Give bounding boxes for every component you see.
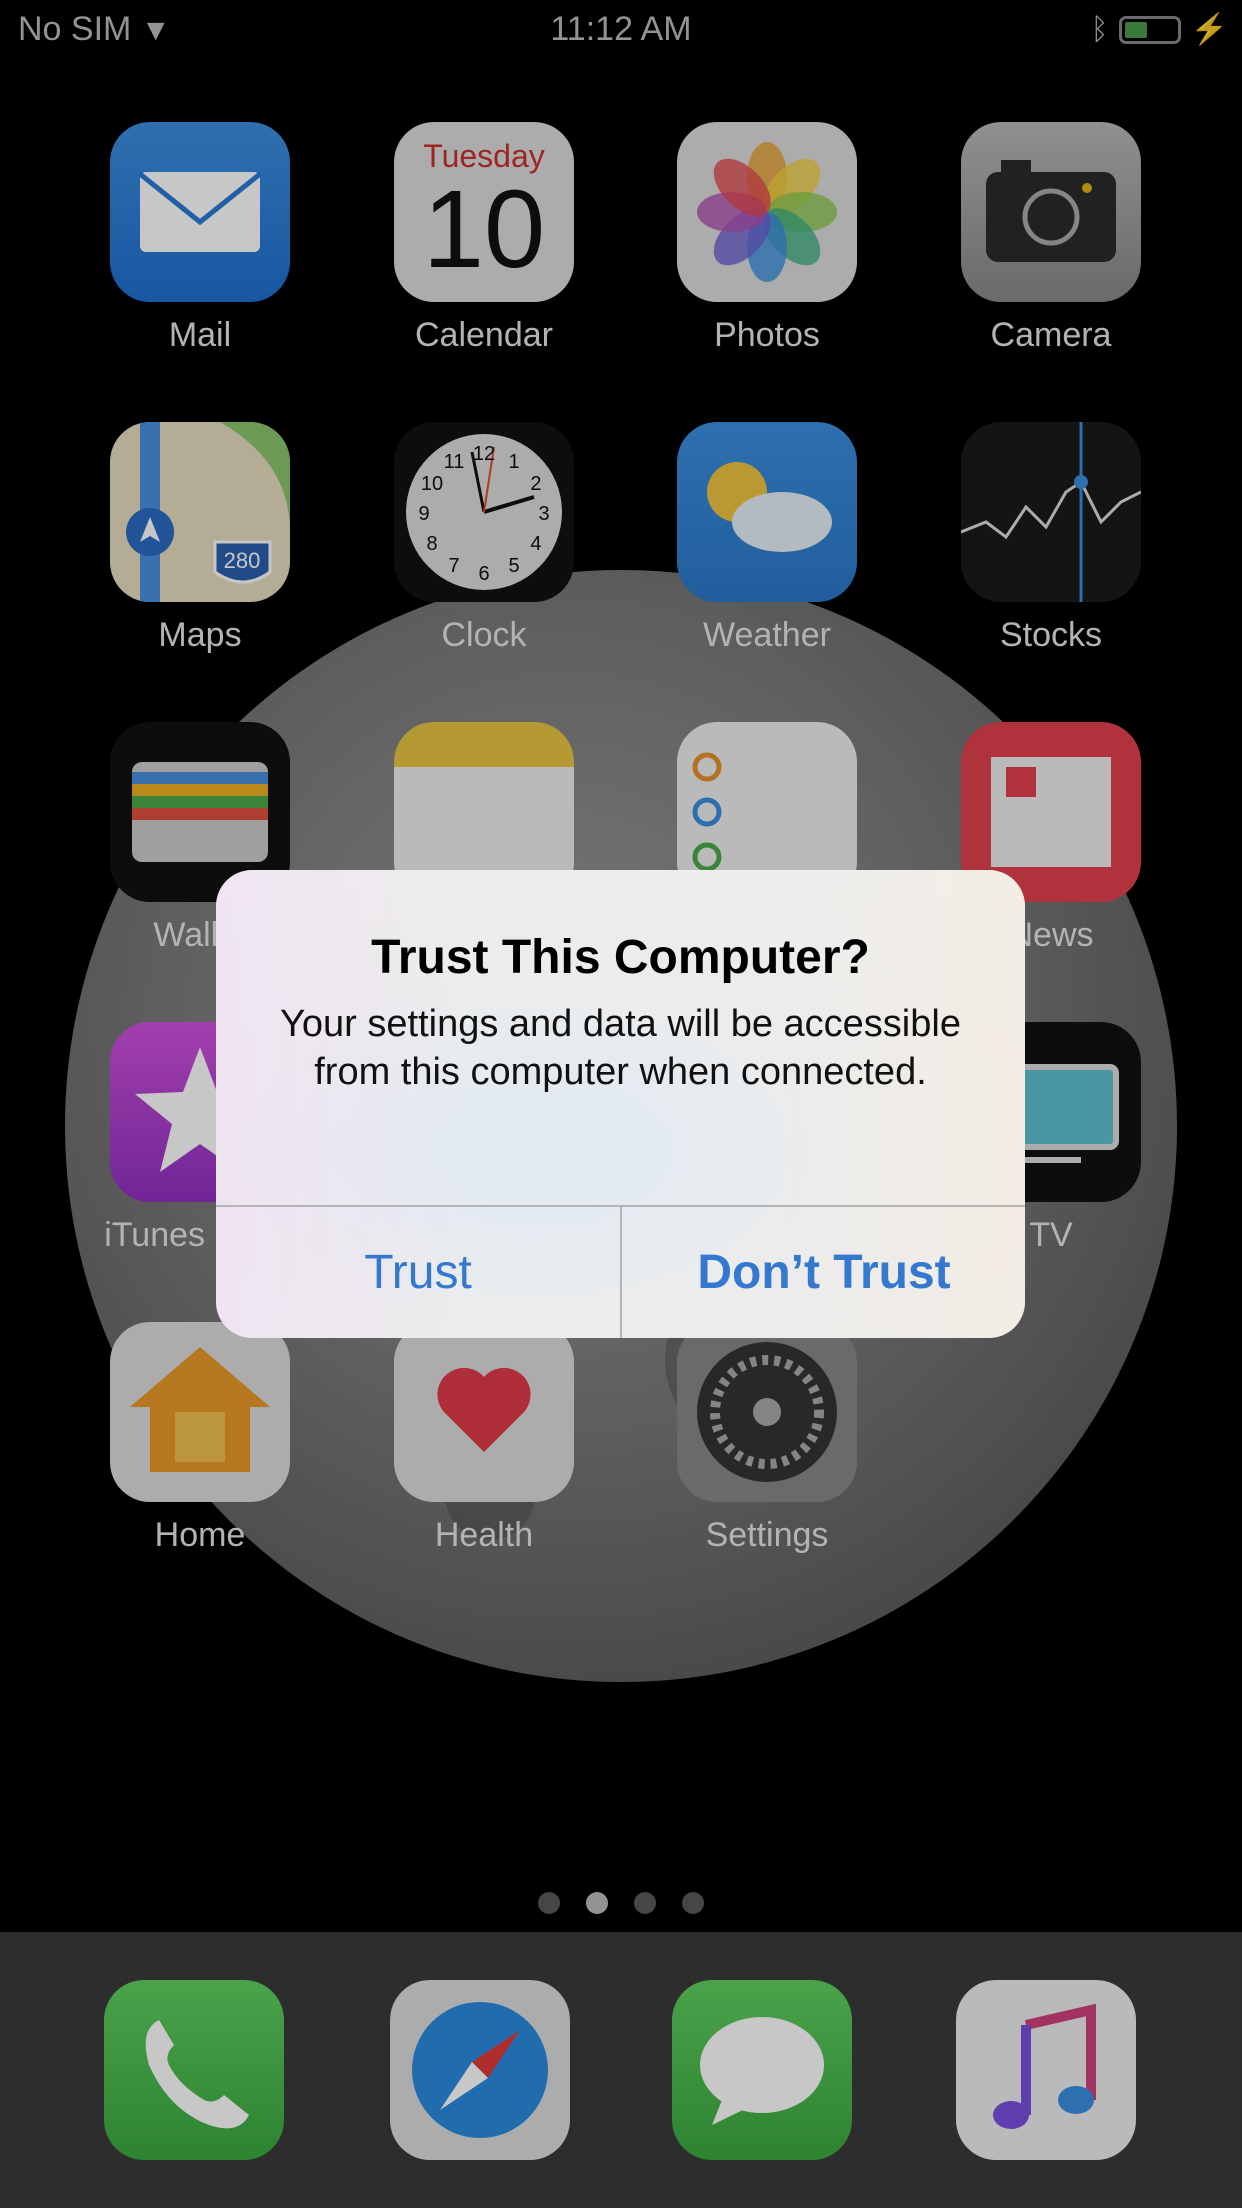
clock-number: 12 bbox=[473, 443, 495, 465]
clock-number: 6 bbox=[478, 563, 489, 585]
phone-icon[interactable] bbox=[104, 1980, 284, 2160]
clock-number: 11 bbox=[444, 451, 465, 473]
clock-number: 1 bbox=[508, 451, 519, 473]
clock-number: 4 bbox=[530, 533, 541, 555]
app-settings[interactable]: Settings bbox=[677, 1322, 857, 1555]
app-maps[interactable]: 280 Maps bbox=[110, 422, 290, 655]
maps-icon: 280 bbox=[110, 422, 290, 602]
page-dot[interactable] bbox=[682, 1892, 704, 1914]
mail-icon bbox=[110, 122, 290, 302]
app-label: Home bbox=[154, 1516, 246, 1554]
photos-icon bbox=[677, 122, 857, 302]
safari-icon[interactable] bbox=[390, 1980, 570, 2160]
trust-button[interactable]: Trust bbox=[216, 1207, 620, 1338]
app-mail[interactable]: Mail bbox=[110, 122, 290, 355]
bluetooth-icon: ᛒ bbox=[1090, 12, 1109, 46]
app-clock[interactable]: 12 1 2 3 4 5 6 7 8 9 10 11 Clock bbox=[394, 422, 574, 655]
app-health[interactable]: Health bbox=[394, 1322, 574, 1555]
app-label: Maps bbox=[158, 616, 242, 654]
page-dot[interactable] bbox=[538, 1892, 560, 1914]
music-icon[interactable] bbox=[956, 1980, 1136, 2160]
status-bar: No SIM ▼ 11:12 AM ᛒ ⚡ bbox=[0, 0, 1242, 60]
health-icon bbox=[394, 1322, 574, 1502]
page-indicator[interactable] bbox=[0, 1892, 1242, 1914]
app-label: Stocks bbox=[999, 616, 1103, 654]
clock-number: 9 bbox=[418, 503, 429, 525]
clock-icon: 12 1 2 3 4 5 6 7 8 9 10 11 bbox=[394, 422, 574, 602]
maps-shield-number: 280 bbox=[224, 548, 261, 573]
clock-number: 5 bbox=[508, 555, 519, 577]
app-label: Camera bbox=[990, 316, 1112, 354]
clock-number: 10 bbox=[421, 473, 443, 495]
app-calendar[interactable]: Tuesday 10 Calendar bbox=[394, 122, 574, 355]
page-dot[interactable] bbox=[586, 1892, 608, 1914]
charging-icon: ⚡ bbox=[1190, 13, 1228, 46]
app-home[interactable]: Home bbox=[110, 1322, 290, 1555]
dock bbox=[0, 1932, 1242, 2208]
time-label: 11:12 AM bbox=[550, 10, 692, 48]
clock-number: 7 bbox=[448, 555, 459, 577]
battery-icon bbox=[1118, 15, 1181, 44]
home-icon bbox=[110, 1322, 290, 1502]
camera-icon bbox=[961, 122, 1141, 302]
messages-icon[interactable] bbox=[672, 1980, 852, 2160]
app-label: Weather bbox=[703, 616, 831, 654]
trust-computer-alert: Trust This Computer? Your settings and d… bbox=[216, 870, 1025, 1338]
dont-trust-button[interactable]: Don’t Trust bbox=[622, 1207, 1025, 1338]
stocks-icon bbox=[961, 422, 1141, 602]
alert-message: Your settings and data will be accessibl… bbox=[280, 1003, 961, 1093]
clock-number: 3 bbox=[538, 503, 549, 525]
settings-icon bbox=[677, 1322, 857, 1502]
alert-title: Trust This Computer? bbox=[371, 931, 870, 984]
app-label: Settings bbox=[705, 1516, 829, 1554]
clock-number: 8 bbox=[426, 533, 437, 555]
app-label: Calendar bbox=[415, 316, 553, 354]
app-label: Clock bbox=[441, 616, 527, 654]
weather-icon bbox=[677, 422, 857, 602]
calendar-date: 10 bbox=[422, 168, 546, 291]
app-photos[interactable]: Photos bbox=[677, 122, 857, 355]
app-stocks[interactable]: Stocks bbox=[961, 422, 1141, 655]
app-label: Photos bbox=[714, 316, 820, 354]
calendar-icon: Tuesday 10 bbox=[394, 122, 574, 302]
app-label: Mail bbox=[168, 316, 232, 354]
app-weather[interactable]: Weather bbox=[677, 422, 857, 655]
page-dot[interactable] bbox=[634, 1892, 656, 1914]
app-label: Health bbox=[434, 1516, 534, 1554]
clock-number: 2 bbox=[530, 473, 541, 495]
app-camera[interactable]: Camera bbox=[961, 122, 1141, 355]
